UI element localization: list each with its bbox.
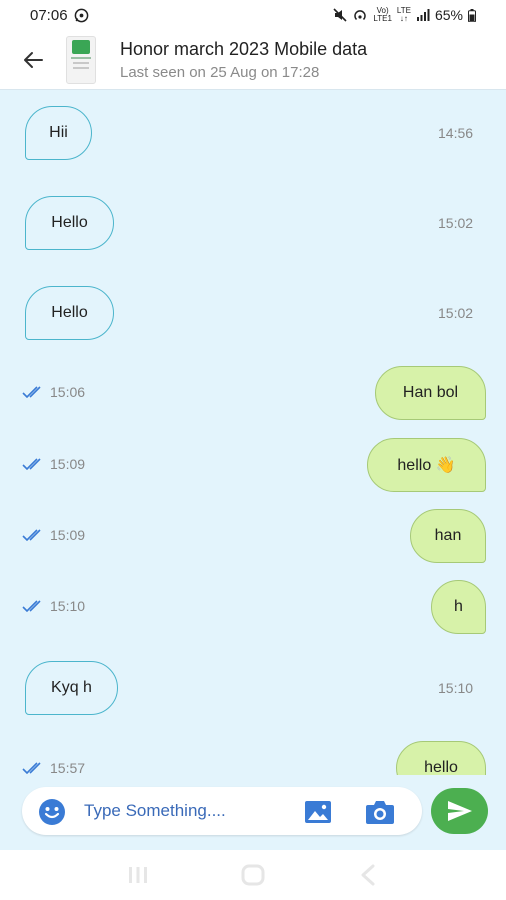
message-incoming[interactable]: Hello	[25, 286, 114, 340]
recents-icon	[128, 867, 147, 883]
hotspot-icon	[354, 10, 367, 21]
message-incoming[interactable]: Hello	[25, 196, 114, 250]
message-time: 15:02	[438, 305, 474, 321]
double-check-icon	[22, 600, 41, 612]
status-left: 07:06	[30, 7, 89, 24]
camera-icon[interactable]	[365, 798, 395, 826]
whatsapp-icon	[74, 8, 88, 22]
message-text: han	[434, 527, 462, 544]
message-status: 15:09	[22, 456, 85, 472]
signal-icon	[416, 9, 430, 21]
message-time: 15:10	[50, 598, 86, 614]
message-status: 15:09	[22, 527, 85, 543]
home-icon	[241, 864, 265, 886]
home-button[interactable]	[233, 855, 273, 895]
contact-name: Honor march 2023 Mobile data	[120, 38, 368, 59]
double-check-icon	[22, 529, 41, 541]
network-badge-1: Vo) LTE1	[373, 7, 392, 23]
message-incoming[interactable]: Hii	[25, 106, 92, 160]
smiley-icon[interactable]	[38, 798, 66, 826]
message-text: Hello	[51, 304, 88, 321]
message-incoming[interactable]: Kyq h	[25, 661, 118, 715]
message-text: Kyq h	[51, 679, 92, 696]
chat-messages[interactable]: Hii 14:56 Hello 15:02 Hello 15:02 15:06 …	[0, 90, 506, 775]
avatar-image-top	[72, 39, 90, 54]
status-bar: 07:06 Vo) LTE1 LTE ↓↑ 65%	[0, 0, 506, 30]
double-check-icon	[22, 386, 41, 398]
message-outgoing[interactable]: Han bol	[375, 366, 486, 420]
message-time: 15:57	[50, 760, 86, 775]
arrow-left-icon	[24, 51, 43, 68]
chevron-left-icon	[361, 864, 375, 886]
double-check-icon	[22, 458, 41, 470]
message-text: hello 👋	[397, 457, 456, 474]
avatar-image-line	[71, 56, 91, 59]
avatar-image-line	[73, 66, 89, 69]
message-time: 15:09	[50, 456, 86, 472]
status-right: Vo) LTE1 LTE ↓↑ 65%	[333, 7, 476, 23]
message-outgoing[interactable]: hello 👋	[367, 438, 486, 492]
message-input-box	[22, 787, 422, 835]
network-badge-2-bottom: ↓↑	[399, 14, 408, 23]
contact-avatar[interactable]	[66, 35, 96, 84]
double-check-icon	[22, 762, 41, 774]
back-button[interactable]	[0, 30, 66, 90]
send-button[interactable]	[431, 788, 488, 834]
message-text: Hii	[49, 124, 68, 141]
mute-icon	[333, 8, 347, 22]
image-icon[interactable]	[304, 798, 332, 826]
contact-info[interactable]: Honor march 2023 Mobile data Last seen o…	[120, 39, 367, 81]
system-nav-bar	[0, 850, 506, 900]
message-status: 15:57	[22, 760, 85, 775]
status-time: 07:06	[30, 6, 68, 24]
message-text: h	[454, 598, 463, 615]
composer	[0, 775, 506, 850]
message-time: 15:06	[50, 384, 86, 400]
battery-percent: 65%	[434, 7, 463, 23]
last-seen: Last seen on 25 Aug on 17:28	[120, 63, 320, 81]
battery-icon	[468, 8, 476, 22]
network-badge-2: LTE ↓↑	[397, 7, 411, 23]
message-outgoing[interactable]: h	[431, 580, 486, 634]
chat-header: Honor march 2023 Mobile data Last seen o…	[0, 30, 506, 90]
send-arrow-icon	[447, 801, 472, 821]
message-status: 15:06	[22, 384, 85, 400]
message-text: Han bol	[402, 384, 459, 401]
message-input[interactable]	[84, 795, 284, 827]
message-outgoing[interactable]: hello	[396, 741, 486, 775]
message-time: 15:02	[438, 215, 474, 231]
message-text: hello	[424, 759, 458, 775]
message-time: 14:56	[438, 125, 474, 141]
message-time: 15:10	[438, 680, 474, 696]
message-time: 15:09	[50, 527, 86, 543]
avatar-image-line	[73, 61, 89, 64]
message-outgoing[interactable]: han	[410, 509, 486, 563]
message-status: 15:10	[22, 598, 85, 614]
network-badge-1-bottom: LTE1	[373, 14, 392, 23]
recents-button[interactable]	[118, 855, 158, 895]
message-text: Hello	[51, 214, 88, 231]
back-nav-button[interactable]	[348, 855, 388, 895]
